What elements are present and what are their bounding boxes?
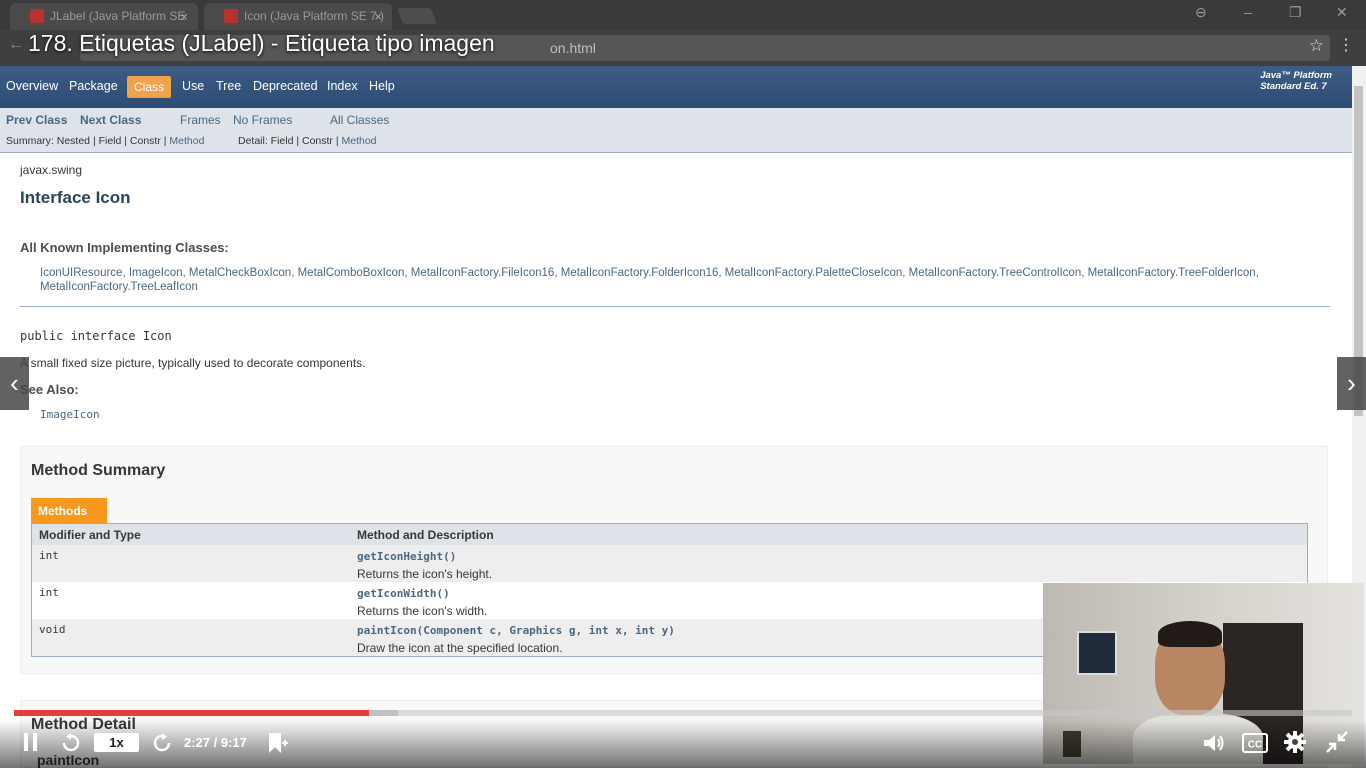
pause-icon[interactable] — [24, 733, 38, 751]
method-link[interactable]: getIconHeight() — [357, 550, 456, 563]
interface-declaration: public interface Icon — [20, 329, 172, 343]
interface-description: A small fixed size picture, typically us… — [20, 356, 366, 370]
detail-nav: Detail: Field | Constr | Method — [238, 135, 377, 147]
captions-icon[interactable]: CC — [1242, 733, 1268, 753]
col-modifier-type: Modifier and Type — [39, 528, 141, 542]
method-table-header: Modifier and Type Method and Description — [32, 524, 1307, 545]
next-class-link[interactable]: Next Class — [80, 113, 141, 127]
nav-tree[interactable]: Tree — [216, 79, 241, 93]
nav-package[interactable]: Package — [69, 79, 118, 93]
detail-method-link[interactable]: Method — [342, 135, 377, 147]
package-name: javax.swing — [20, 163, 83, 177]
tab-jlabel[interactable]: JLabel (Java Platform SE × — [10, 3, 198, 30]
method-link[interactable]: paintIcon(Component c, Graphics g, int x… — [357, 624, 675, 637]
close-window-button[interactable]: ✕ — [1336, 4, 1348, 21]
java-favicon-icon — [224, 9, 238, 23]
minimize-button[interactable]: – — [1244, 4, 1252, 20]
method-desc: Draw the icon at the specified location. — [357, 641, 563, 655]
method-type: void — [39, 623, 66, 636]
close-tab-icon[interactable]: × — [374, 3, 382, 30]
known-classes-heading: All Known Implementing Classes: — [20, 240, 229, 255]
url-text: on.html — [550, 40, 596, 56]
tab-bar: JLabel (Java Platform SE × Icon (Java Pl… — [0, 0, 1366, 30]
method-link[interactable]: getIconWidth() — [357, 587, 450, 600]
platform-line1: Java™ Platform — [1260, 70, 1332, 81]
method-summary-title: Method Summary — [31, 462, 166, 479]
divider — [20, 306, 1330, 307]
back-arrow-icon[interactable]: ← — [8, 36, 24, 54]
platform-line2: Standard Ed. 7 — [1260, 81, 1327, 92]
no-frames-link[interactable]: No Frames — [233, 113, 292, 127]
nav-index[interactable]: Index — [327, 79, 358, 93]
bookmark-star-icon[interactable]: ☆ — [1309, 36, 1324, 56]
video-title: 178. Etiquetas (JLabel) - Etiqueta tipo … — [28, 30, 495, 56]
platform-label: Java™ Platform Standard Ed. 7 — [1260, 70, 1332, 92]
method-type: int — [39, 549, 59, 562]
restore-button[interactable]: ❐ — [1289, 4, 1302, 21]
browser-menu-icon[interactable]: ⋮ — [1338, 35, 1354, 55]
tab-icon[interactable]: Icon (Java Platform SE 7 ) × — [204, 3, 392, 30]
table-row: int getIconHeight() Returns the icon's he… — [32, 545, 1307, 582]
frames-link[interactable]: Frames — [180, 113, 221, 127]
tab-title: Icon (Java Platform SE 7 ) — [244, 9, 385, 23]
page-title: Interface Icon — [20, 188, 131, 207]
col-method-description: Method and Description — [357, 528, 494, 542]
summary-label: Summary: Nested | Field | Constr | — [6, 135, 170, 147]
time-display: 2:27 / 9:17 — [184, 735, 247, 750]
methods-tab[interactable]: Methods — [31, 498, 107, 523]
nav-deprecated[interactable]: Deprecated — [253, 79, 318, 93]
settings-gear-icon[interactable] — [1283, 730, 1307, 754]
detail-label: Detail: Field | Constr | — [238, 135, 342, 147]
bookmark-add-icon[interactable] — [266, 731, 290, 755]
previous-lecture-button[interactable]: ‹ — [0, 357, 29, 410]
svg-text:CC: CC — [1248, 740, 1262, 751]
wall-poster — [1077, 631, 1117, 675]
presenter-hair — [1158, 621, 1222, 647]
all-classes-link[interactable]: All Classes — [330, 113, 389, 127]
forward-icon[interactable] — [151, 732, 173, 754]
profile-icon[interactable]: ⊖ — [1195, 4, 1207, 21]
tab-title: JLabel (Java Platform SE — [50, 9, 186, 23]
playback-rate-button[interactable]: 1x — [94, 733, 139, 752]
java-favicon-icon — [30, 9, 44, 23]
known-classes-list[interactable]: IconUIResource, ImageIcon, MetalCheckBox… — [40, 266, 1340, 294]
nav-use[interactable]: Use — [182, 79, 204, 93]
exit-fullscreen-icon[interactable] — [1325, 730, 1349, 754]
prev-class-link[interactable]: Prev Class — [6, 113, 67, 127]
close-tab-icon[interactable]: × — [180, 3, 188, 30]
nav-help[interactable]: Help — [369, 79, 395, 93]
progress-fill — [14, 710, 369, 716]
volume-icon[interactable] — [1202, 732, 1226, 754]
nav-class[interactable]: Class — [134, 80, 164, 94]
method-desc: Returns the icon's height. — [357, 567, 493, 581]
summary-nav: Summary: Nested | Field | Constr | Metho… — [6, 135, 204, 147]
new-tab-button[interactable] — [397, 8, 437, 24]
next-lecture-button[interactable]: › — [1337, 357, 1366, 410]
summary-method-link[interactable]: Method — [169, 135, 204, 147]
method-desc: Returns the icon's width. — [357, 604, 488, 618]
rewind-icon[interactable] — [60, 732, 82, 754]
method-type: int — [39, 586, 59, 599]
nav-overview[interactable]: Overview — [6, 79, 58, 93]
see-also-link[interactable]: ImageIcon — [40, 408, 100, 421]
